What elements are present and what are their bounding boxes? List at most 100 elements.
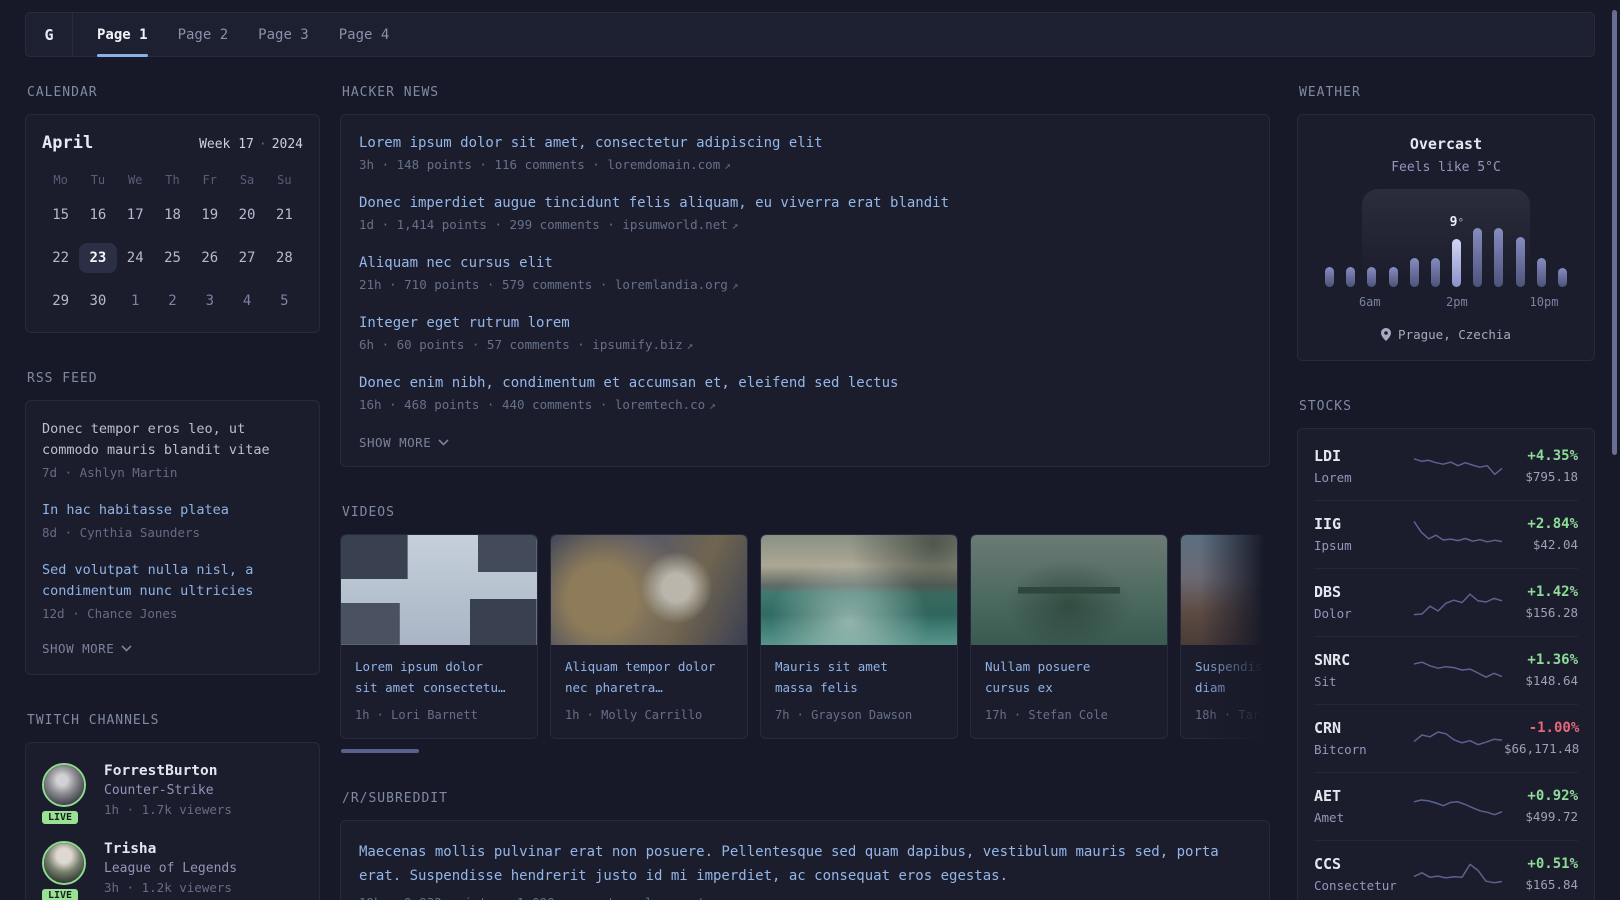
calendar-day[interactable]: 27 <box>228 243 265 273</box>
stock-change: -1.00% <box>1528 720 1580 736</box>
calendar-day[interactable]: 17 <box>117 200 154 230</box>
stock-change: +2.84% <box>1527 516 1578 532</box>
stock-symbol[interactable]: IIG <box>1314 515 1412 533</box>
calendar-section: CALENDAR April Week 17 · 2024 Mo Tu We Th Fr Sa… <box>25 85 320 333</box>
hn-item-title[interactable]: Donec enim nibh, condimentum et accumsan… <box>359 375 1251 391</box>
calendar-day[interactable]: 1 <box>117 286 154 316</box>
rss-item-title[interactable]: Sed volutpat nulla nisl, a condimentum n… <box>42 560 303 602</box>
calendar-day-selected[interactable]: 23 <box>79 243 117 273</box>
stock-values: +0.92% $499.72 <box>1525 788 1578 824</box>
weather-hour-label: 2pm <box>1446 295 1468 309</box>
hackernews-show-more-label: SHOW MORE <box>359 435 432 450</box>
tab-page-2[interactable]: Page 2 <box>178 13 229 56</box>
calendar-day[interactable]: 15 <box>42 200 79 230</box>
calendar-day[interactable]: 26 <box>191 243 228 273</box>
hn-item: Aliquam nec cursus elit 21h · 710 points … <box>359 255 1251 292</box>
hn-item-title[interactable]: Integer eget rutrum lorem <box>359 315 1251 331</box>
avatar[interactable] <box>42 840 86 885</box>
hackernews-show-more-button[interactable]: SHOW MORE <box>359 435 1251 450</box>
stock-symbol[interactable]: DBS <box>1314 583 1412 601</box>
stock-identity: DBS Dolor <box>1314 583 1412 621</box>
weather-bar <box>1346 267 1356 287</box>
calendar-day[interactable]: 19 <box>191 200 228 230</box>
stock-values: -1.00% $66,171.48 <box>1504 720 1579 756</box>
tab-page-3[interactable]: Page 3 <box>258 13 309 56</box>
hn-item-meta: 1d · 1,414 points · 299 comments · ipsum… <box>359 217 739 232</box>
video-thumbnail[interactable] <box>971 535 1167 645</box>
stock-name: Consectetur <box>1314 878 1397 893</box>
calendar-day[interactable]: 22 <box>42 243 79 273</box>
calendar-weekday: Mo <box>53 173 68 187</box>
video-thumbnail[interactable] <box>1181 535 1270 645</box>
stock-values: +1.42% $156.28 <box>1525 584 1578 620</box>
rss-show-more-button[interactable]: SHOW MORE <box>42 641 303 656</box>
stock-symbol[interactable]: AET <box>1314 787 1412 805</box>
twitch-channel-name[interactable]: ForrestBurton <box>104 763 232 779</box>
stock-symbol[interactable]: CRN <box>1314 719 1412 737</box>
video-title[interactable]: Nullam posuere cursus ex <box>971 645 1167 698</box>
twitch-channel-info: ForrestBurton Counter-Strike 1h · 1.7k vie… <box>104 763 232 817</box>
hn-item-meta: 16h · 468 points · 440 comments · loremt… <box>359 397 716 412</box>
twitch-channel-name[interactable]: Trisha <box>104 841 237 857</box>
stock-symbol[interactable]: SNRC <box>1314 651 1412 669</box>
video-title[interactable]: Lorem ipsum dolor sit amet consectetu… <box>341 645 537 698</box>
twitch-channel-category: Counter-Strike <box>104 782 214 798</box>
weather-bar-current <box>1452 239 1462 287</box>
video-title[interactable]: Mauris sit amet massa felis <box>761 645 957 698</box>
rss-item-title[interactable]: In hac habitasse platea <box>42 500 303 521</box>
calendar-day[interactable]: 16 <box>79 200 116 230</box>
tab-page-1[interactable]: Page 1 <box>97 13 148 57</box>
subreddit-post-title[interactable]: Maecenas mollis pulvinar erat non posuer… <box>359 841 1251 889</box>
stock-identity: CCS Consectetur <box>1314 855 1412 893</box>
calendar-day[interactable]: 5 <box>266 286 303 316</box>
external-link-icon: ↗ <box>686 339 694 352</box>
video-thumbnail[interactable] <box>551 535 747 645</box>
stock-symbol[interactable]: LDI <box>1314 447 1412 465</box>
video-title[interactable]: Suspendisse diam <box>1181 645 1270 698</box>
avatar-image <box>44 842 84 883</box>
calendar-day[interactable]: 21 <box>266 200 303 230</box>
external-link-icon: ↗ <box>724 159 731 172</box>
weather-bar <box>1557 268 1567 287</box>
video-title[interactable]: Aliquam tempor dolor nec pharetra… <box>551 645 747 698</box>
hn-item-title[interactable]: Lorem ipsum dolor sit amet, consectetur … <box>359 135 1251 151</box>
calendar-day[interactable]: 24 <box>117 243 154 273</box>
weather-bar <box>1473 228 1483 287</box>
stock-row: SNRC Sit +1.36% $148.64 <box>1314 636 1578 704</box>
stock-symbol[interactable]: CCS <box>1314 855 1412 873</box>
app-logo[interactable]: G <box>26 13 73 56</box>
calendar-day[interactable]: 2 <box>154 286 191 316</box>
stock-change: +1.42% <box>1527 584 1578 600</box>
stock-price: $499.72 <box>1525 809 1578 824</box>
calendar-day[interactable]: 30 <box>79 286 116 316</box>
stocks-section: STOCKS LDI Lorem +4.35% $795.18 IIG Ipsum +2.8… <box>1297 399 1595 900</box>
stock-name: Sit <box>1314 674 1337 689</box>
weather-location: Prague, Czechia <box>1316 327 1576 342</box>
stock-row: LDI Lorem +4.35% $795.18 <box>1314 433 1578 500</box>
video-thumbnail[interactable] <box>761 535 957 645</box>
hn-item-title[interactable]: Aliquam nec cursus elit <box>359 255 1251 271</box>
tab-page-4[interactable]: Page 4 <box>339 13 390 56</box>
video-card: Nullam posuere cursus ex 17h · Stefan Col… <box>970 534 1168 740</box>
calendar-day[interactable]: 25 <box>154 243 191 273</box>
calendar-day[interactable]: 20 <box>228 200 265 230</box>
calendar-day[interactable]: 4 <box>228 286 265 316</box>
twitch-widget: LIVE ForrestBurton Counter-Strike 1h · 1.7k… <box>25 741 320 900</box>
avatar[interactable] <box>42 762 86 807</box>
calendar-day[interactable]: 18 <box>154 200 191 230</box>
weather-bars: 9° <box>1322 195 1570 287</box>
video-meta: 7h · Grayson Dawson <box>775 708 913 723</box>
rss-item-title[interactable]: Donec tempor eros leo, ut commodo mauris… <box>42 419 303 461</box>
calendar-day[interactable]: 28 <box>266 243 303 273</box>
hn-item-title[interactable]: Donec imperdiet augue tincidunt felis al… <box>359 195 1251 211</box>
weather-location-label[interactable]: Prague, Czechia <box>1398 327 1511 342</box>
chevron-down-icon <box>121 645 132 652</box>
weather-bar <box>1388 267 1398 287</box>
calendar-day[interactable]: 3 <box>191 286 228 316</box>
calendar-day[interactable]: 29 <box>42 286 79 316</box>
videos-scrollbar-thumb[interactable] <box>341 749 419 754</box>
video-thumbnail[interactable] <box>341 535 537 645</box>
page-scrollbar-thumb[interactable] <box>1612 10 1617 455</box>
weather-section-title: WEATHER <box>1299 85 1361 100</box>
stock-row: CCS Consectetur +0.51% $165.84 <box>1314 840 1578 900</box>
